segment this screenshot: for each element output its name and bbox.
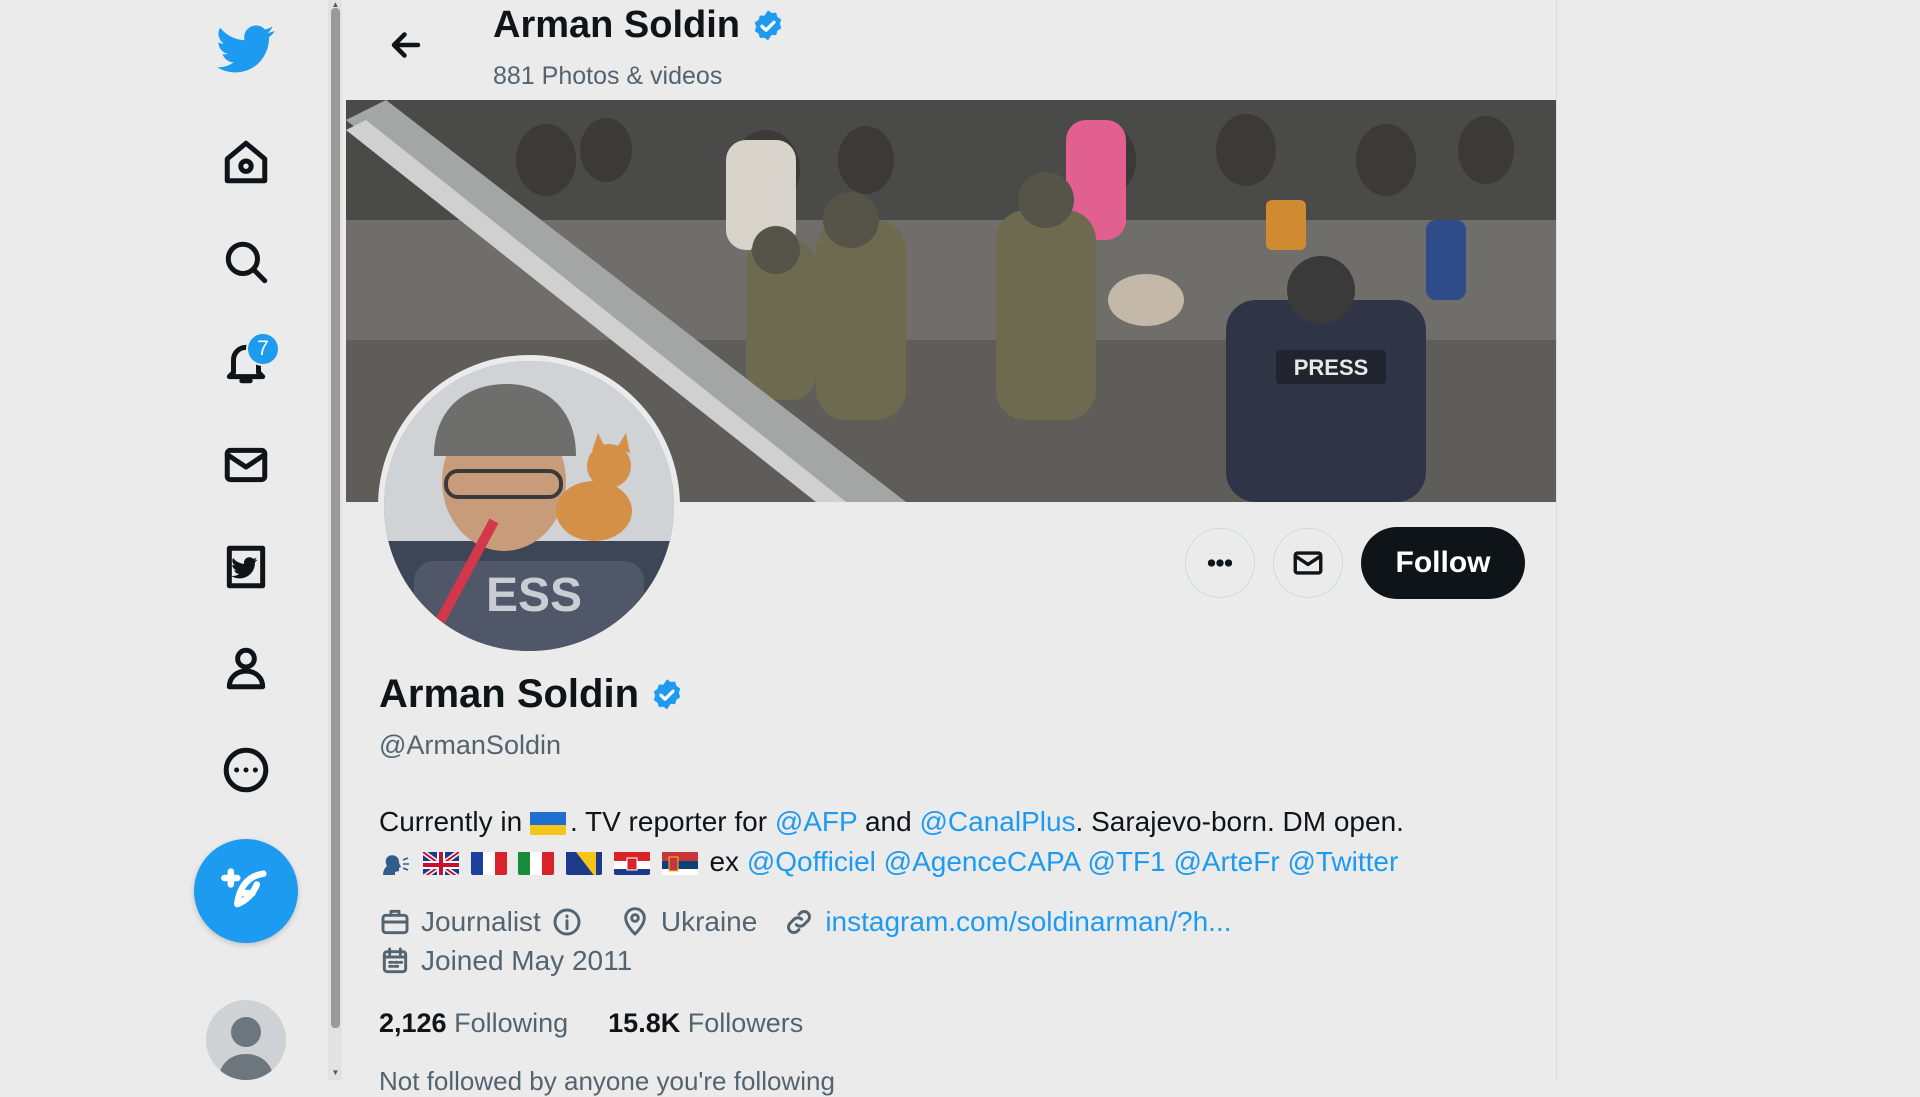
twitter-square-icon [226,545,266,589]
scroll-down-arrow[interactable]: ▼ [331,1068,340,1077]
svg-text:PRESS: PRESS [1294,355,1369,380]
avatar-placeholder-icon [218,1017,274,1080]
bird-icon [217,25,275,73]
sidebar-item-explore[interactable] [206,222,286,302]
mention-link[interactable]: @Qofficiel [747,846,876,877]
bio-line-1: Currently in . TV reporter for @AFP and … [379,802,1539,842]
followers-label: Followers [687,1008,804,1038]
profile-joined-date: Joined May 2011 [421,945,633,976]
arrow-left-icon [391,32,421,58]
mention-link[interactable]: @TF1 [1087,846,1165,877]
notification-badge: 7 [246,332,280,366]
sidebar-item-notifications[interactable]: 7 [206,322,286,402]
profile-joined-row: Joined May 2011 [379,945,632,977]
search-icon [225,241,268,284]
following-link[interactable]: 2,126 Following [379,1008,568,1039]
following-count: 2,126 [379,1008,447,1038]
croatia-flag-icon [613,849,650,875]
bio-line-2: ex @Qofficiel @AgenceCAPA @TF1 @ArteFr @… [379,842,1539,882]
profile-meta-row: Journalist Ukraine instagram.com/soldina… [379,906,1232,938]
sidebar: 7 [0,0,328,1080]
italy-flag-icon [518,849,555,875]
svg-text:ESS: ESS [486,569,582,622]
scrollbar-thumb[interactable] [331,8,340,1028]
more-options-button[interactable] [1185,528,1255,598]
profile-photo-image: ESS [384,361,674,651]
message-button[interactable] [1273,528,1343,598]
mention-link[interactable]: @ArteFr [1173,846,1279,877]
header-subtitle: 881 Photos & videos [493,62,723,90]
sidebar-item-profile[interactable] [206,628,286,708]
feather-plus-icon [221,868,267,908]
france-flag-icon [470,849,507,875]
following-label: Following [454,1008,569,1038]
follow-button[interactable]: Follow [1361,527,1525,599]
bosnia-flag-icon [566,849,603,875]
bio-text: and [857,806,920,837]
more-circle-icon [223,747,269,793]
sidebar-item-messages[interactable] [206,425,286,505]
uk-flag-icon [422,849,459,875]
profile-location: Ukraine [660,906,758,937]
home-icon [224,140,268,184]
briefcase-icon [381,909,409,935]
envelope-icon [1293,551,1323,575]
bio-text: . Sarajevo-born. DM open. [1075,806,1404,837]
ukraine-flag-icon [529,809,566,835]
back-button[interactable] [376,20,436,70]
mention-link[interactable]: @Twitter [1287,846,1398,877]
speaking-head-icon [379,849,411,875]
envelope-icon [224,447,268,483]
calendar-icon [382,947,408,974]
bio-text: . TV reporter for [569,806,775,837]
mention-link[interactable]: @AgenceCAPA [884,846,1080,877]
profile-display-name: Arman Soldin [379,672,640,716]
mention-link[interactable]: @AFP [775,806,857,837]
sidebar-item-more[interactable] [206,730,286,810]
sidebar-item-home[interactable] [206,122,286,202]
profile-category: Journalist [421,906,541,937]
verified-badge-icon [653,678,681,709]
person-icon [226,647,266,690]
account-avatar[interactable] [206,1000,286,1080]
profile-column: Arman Soldin 881 Photos & videos PRESS E… [346,0,1557,1096]
compose-tweet-button[interactable] [194,839,298,943]
followed-by-text: Not followed by anyone you're following [379,1066,835,1096]
mention-link[interactable]: @CanalPlus [919,806,1075,837]
location-pin-icon [624,907,646,936]
header-name: Arman Soldin [493,4,741,46]
profile-stats: 2,126 Following 15.8K Followers [379,1008,803,1039]
info-icon[interactable] [551,906,583,938]
profile-name: Arman Soldin [379,672,685,717]
profile-bio: Currently in . TV reporter for @AFP and … [379,802,1539,882]
profile-handle: @ArmanSoldin [379,730,561,760]
more-horizontal-icon [1207,559,1233,567]
followers-count: 15.8K [608,1008,681,1038]
profile-avatar[interactable]: ESS [378,355,680,657]
sidebar-item-twitter-blue[interactable] [206,527,286,607]
serbia-flag-icon [661,849,698,875]
bio-text: ex [709,846,747,877]
bio-text: Currently in [379,806,530,837]
link-icon [787,910,812,934]
twitter-logo-link[interactable] [206,9,286,89]
profile-website-link[interactable]: instagram.com/soldinarman/?h... [825,906,1231,938]
verified-badge-icon [754,9,782,40]
followers-link[interactable]: 15.8K Followers [608,1008,803,1039]
header-title: Arman Soldin [493,4,786,47]
